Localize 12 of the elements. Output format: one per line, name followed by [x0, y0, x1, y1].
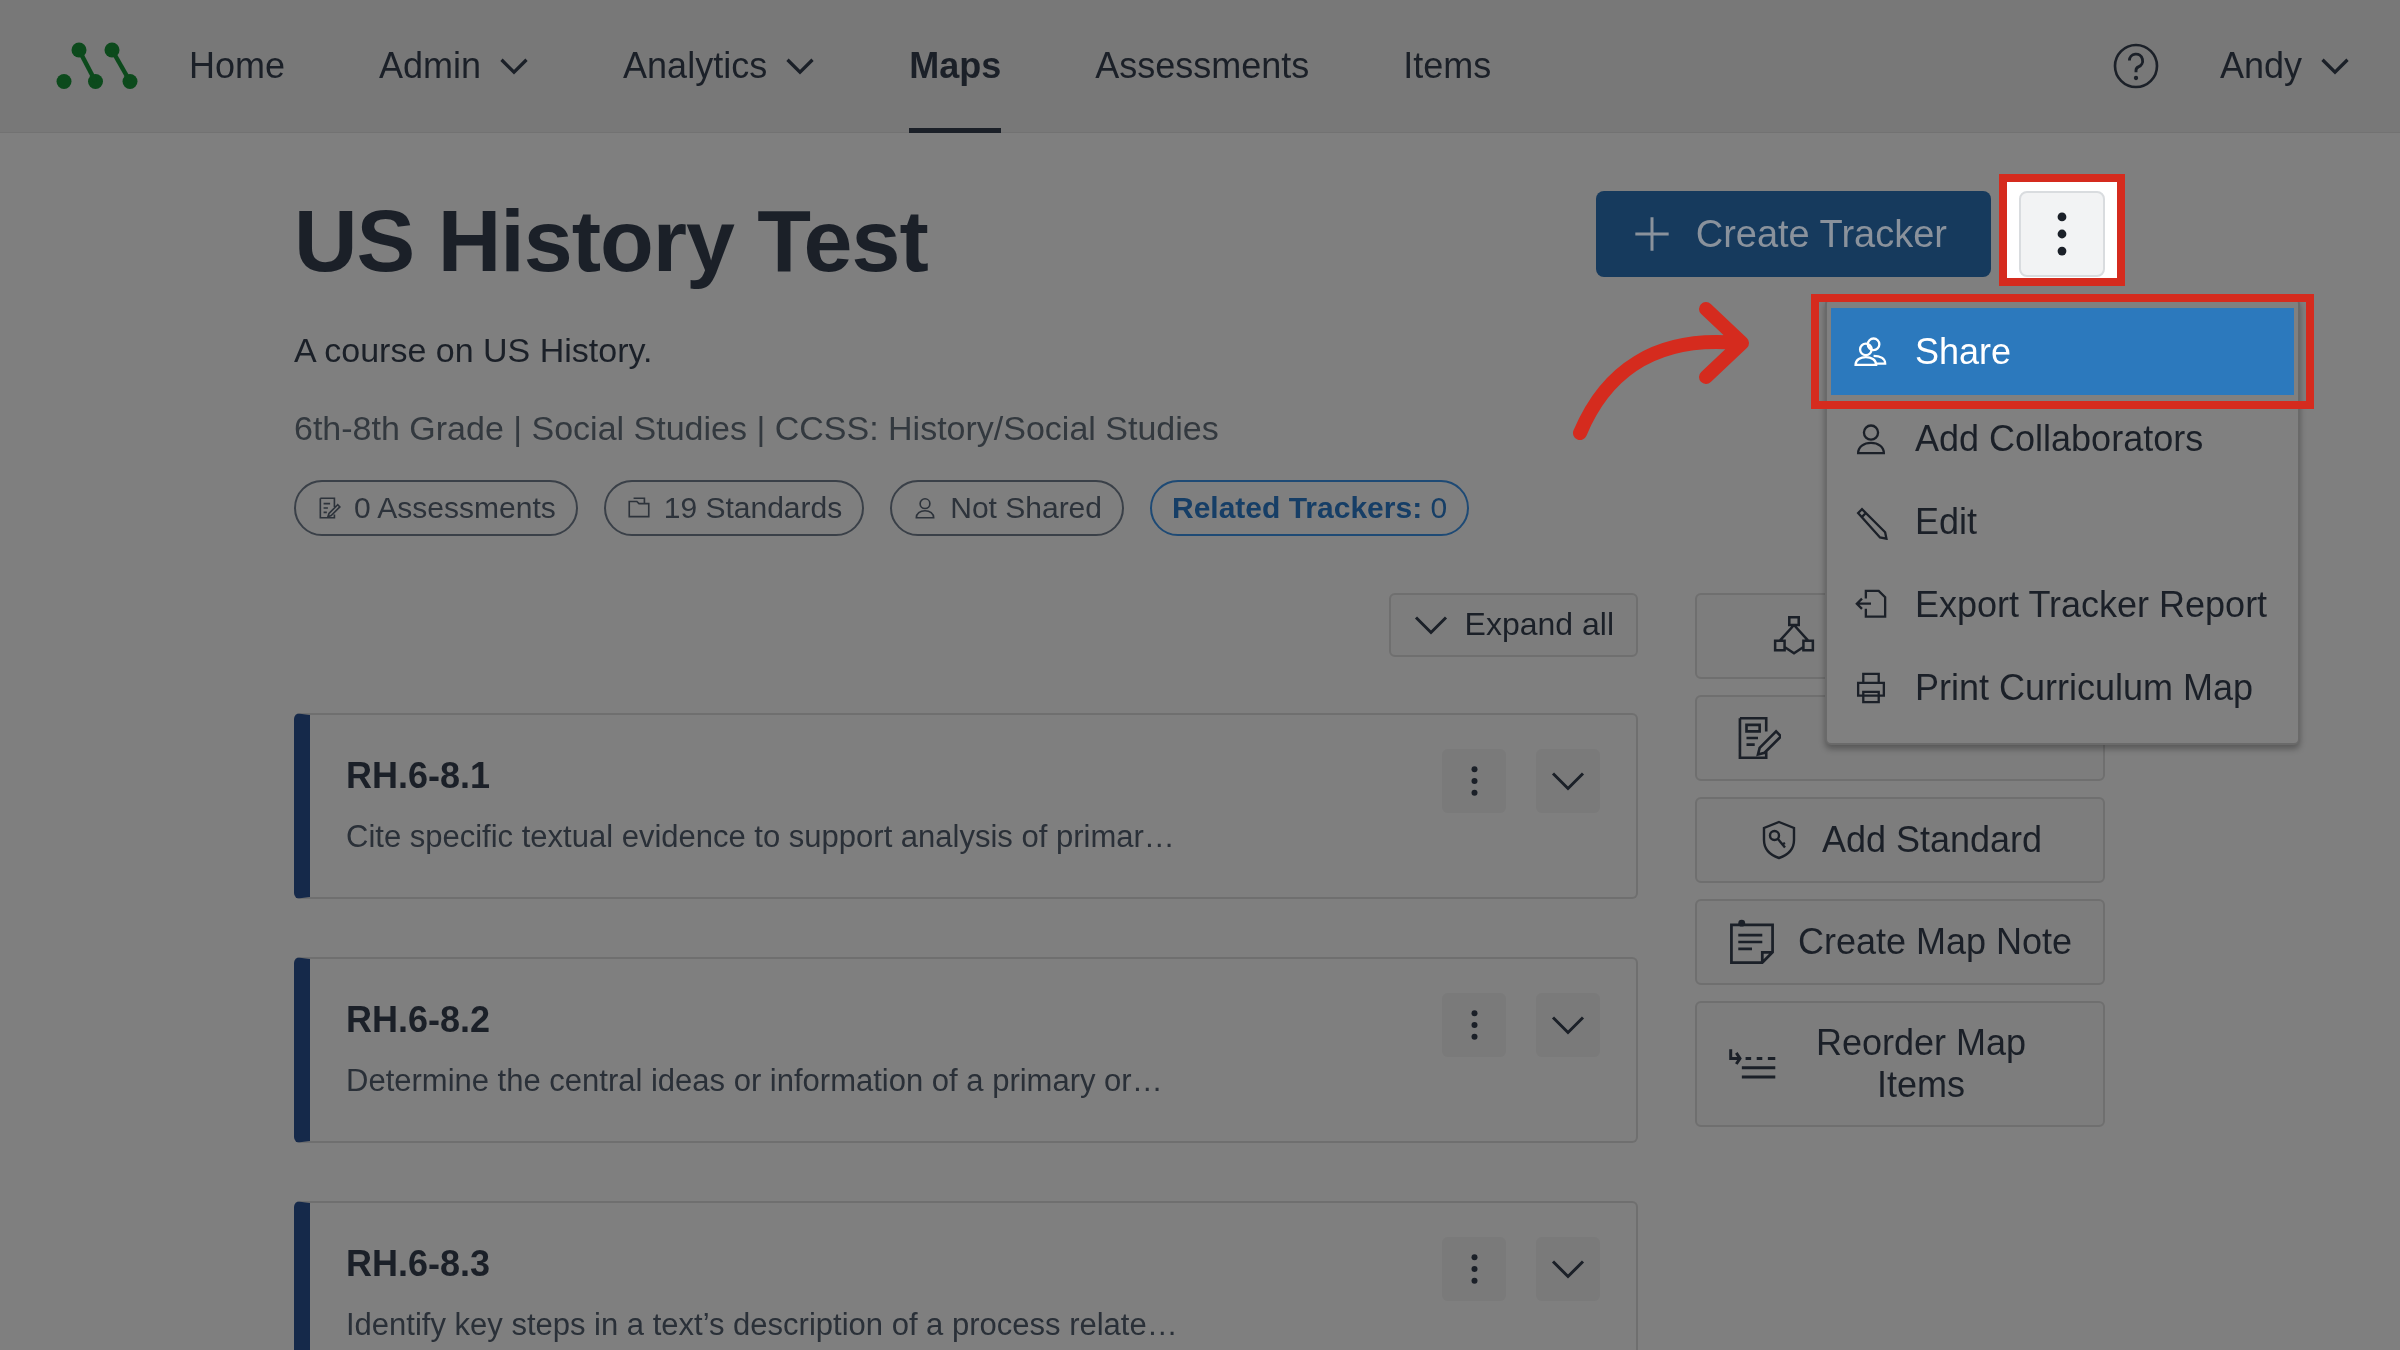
standard-code: RH.6-8.2 [346, 998, 492, 1041]
standard-code: RH.6-8.3 [346, 1242, 492, 1285]
course-description: A course on US History. [294, 330, 654, 370]
info-pill: Not Shared [890, 479, 1124, 536]
info-pill: 19 Standards [603, 479, 865, 536]
info-pill: 0 Assessments [294, 479, 578, 536]
standard-description: Determine the central ideas or information of a primary or… [346, 1062, 1164, 1099]
standard-description: Cite specific textual evidence to support analysis of primar… [346, 818, 1176, 855]
standard-description: Identify key steps in a text’s description of a process relate… [346, 1306, 1179, 1343]
standard-code: RH.6-8.1 [346, 754, 492, 797]
page-title: US History Test [294, 193, 929, 290]
course-meta: 6th-8th Grade | Social Studies | CCSS: History/Social Studies [294, 408, 1220, 448]
